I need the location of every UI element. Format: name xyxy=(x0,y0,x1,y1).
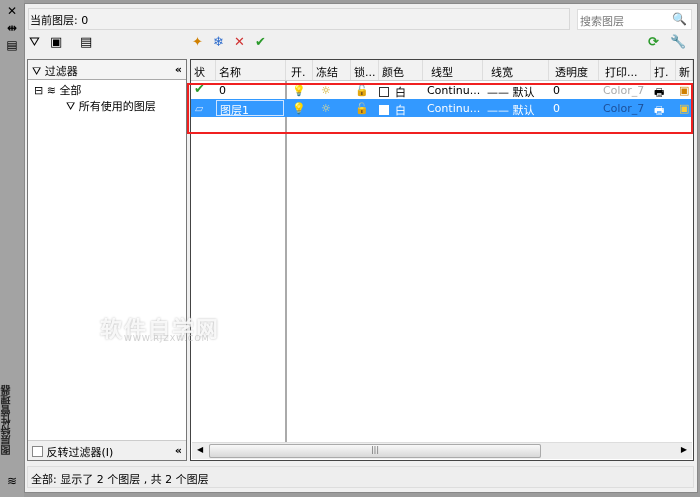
tree-item-all[interactable]: ⊟ ≋ 全部 xyxy=(34,82,81,98)
filter-panel-title: 过滤器 xyxy=(44,65,78,78)
new-layer-icon[interactable]: ✦ xyxy=(192,35,203,50)
col-plot-style[interactable]: 打印... xyxy=(599,60,651,80)
horizontal-scrollbar[interactable]: ◀ ||| ▶ xyxy=(192,442,692,459)
col-status[interactable]: 状 xyxy=(191,60,216,80)
current-layer-box xyxy=(28,8,570,30)
search-layers-input[interactable]: 搜索图层 🔍 xyxy=(577,9,692,30)
scroll-right-icon[interactable]: ▶ xyxy=(681,445,687,454)
col-freeze[interactable]: 冻结 xyxy=(313,60,351,80)
tree-label: 所有使用的图层 xyxy=(78,100,156,113)
delete-layer-icon[interactable]: ✕ xyxy=(234,35,245,50)
col-name[interactable]: 名称 xyxy=(216,60,286,80)
col-on[interactable]: 开. xyxy=(288,60,313,80)
grid-header: 状 名称 开. 冻结 锁... 颜色 线型 线宽 透明度 打印... 打. 新 xyxy=(191,60,693,81)
set-current-icon[interactable]: ✔ xyxy=(255,35,266,50)
tree-collapse-icon[interactable]: ⊟ xyxy=(34,84,43,97)
invert-filter-row: 反转过滤器(I) « xyxy=(28,440,186,460)
new-layer-vp-frozen-icon[interactable]: ❄ xyxy=(213,35,224,50)
close-icon[interactable]: ✕ xyxy=(5,4,19,18)
search-icon[interactable]: 🔍 xyxy=(672,12,687,26)
search-placeholder: 搜索图层 xyxy=(580,15,624,28)
filter-icon: ⛛ xyxy=(32,65,45,78)
refresh-icon[interactable]: ⟳ xyxy=(648,35,659,50)
col-transparency[interactable]: 透明度 xyxy=(549,60,599,80)
palette-title: 图层特性管理器 xyxy=(2,385,13,455)
layer-states-manager-icon[interactable]: ▤ xyxy=(80,35,92,50)
col-color[interactable]: 颜色 xyxy=(379,60,423,80)
status-bar: 全部: 显示了 2 个图层 , 共 2 个图层 xyxy=(27,466,694,488)
current-layer-label: 当前图层: 0 xyxy=(30,14,89,27)
col-linetype[interactable]: 线型 xyxy=(423,60,483,80)
palette-title-strip: ✕ ⇹ ▤ 图层特性管理器 ≋ xyxy=(0,0,24,497)
collapse-panel-icon[interactable]: « xyxy=(175,444,182,457)
col-lock[interactable]: 锁... xyxy=(351,60,379,80)
highlight-annotation-box xyxy=(187,83,693,134)
col-lineweight[interactable]: 线宽 xyxy=(483,60,549,80)
auto-hide-icon[interactable]: ⇹ xyxy=(5,21,19,35)
tree-label: 全部 xyxy=(59,84,82,97)
scroll-left-icon[interactable]: ◀ xyxy=(197,445,203,454)
layers-icon: ≋ xyxy=(46,84,56,97)
tree-item-used-layers[interactable]: ⛛ 所有使用的图层 xyxy=(66,98,156,114)
invert-filter-label: 反转过滤器(I) xyxy=(46,446,114,459)
settings-wrench-icon[interactable]: 🔧 xyxy=(670,35,686,50)
new-group-filter-icon[interactable]: ▣ xyxy=(50,35,62,50)
properties-icon[interactable]: ▤ xyxy=(5,38,19,52)
collapse-icon[interactable]: « xyxy=(175,63,182,76)
new-filter-icon[interactable]: ⛛ xyxy=(29,35,40,50)
filter-icon: ⛛ xyxy=(66,100,79,113)
col-new-vp-freeze[interactable]: 新 xyxy=(676,60,693,80)
layers-icon: ≋ xyxy=(6,474,18,488)
col-plot[interactable]: 打. xyxy=(651,60,676,80)
scroll-thumb[interactable]: ||| xyxy=(209,444,541,458)
invert-filter-checkbox[interactable] xyxy=(32,446,43,457)
filter-panel: ⛛ 过滤器 « ⊟ ≋ 全部 ⛛ 所有使用的图层 反转过滤器(I) « xyxy=(27,59,187,461)
watermark-url: WWW.RJZXW.COM xyxy=(124,334,210,343)
